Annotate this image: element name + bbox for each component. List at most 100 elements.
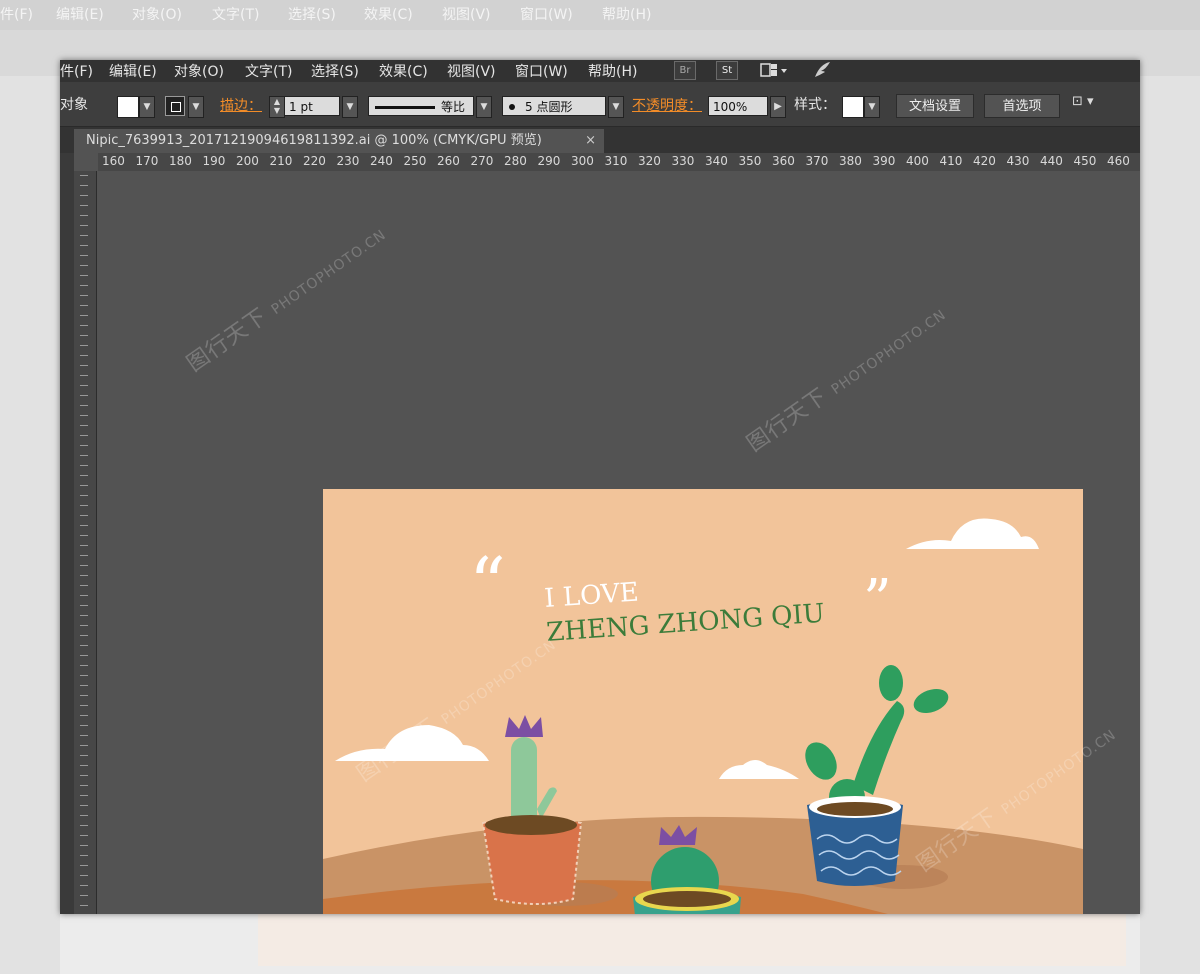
vertical-ruler-mark [80, 895, 88, 896]
brush-dot-icon [509, 104, 515, 110]
ruler-tick-label: 320 [638, 154, 661, 168]
arrange-documents-icon[interactable] [760, 62, 788, 79]
bridge-icon[interactable]: Br [674, 61, 696, 80]
background-right-panel [1140, 76, 1200, 974]
stroke-swatch-icon[interactable] [165, 96, 185, 116]
stroke-weight-input[interactable]: 1 pt [284, 96, 340, 116]
vertical-ruler-mark [80, 535, 88, 536]
vertical-ruler-mark [80, 735, 88, 736]
stroke-label[interactable]: 描边： [220, 95, 262, 115]
watermark-2: 图行天下 PHOTOPHOTO.CN [742, 306, 950, 458]
illustrator-window: 件(F) 编辑(E) 对象(O) 文字(T) 选择(S) 效果(C) 视图(V)… [60, 60, 1140, 914]
document-tab-title: Nipic_7639913_20171219094619811392.ai @ … [86, 133, 542, 148]
vertical-ruler-mark [80, 195, 88, 196]
style-dropdown[interactable]: ▼ [864, 96, 880, 118]
vertical-ruler-mark [80, 225, 88, 226]
ruler-tick-label: 350 [738, 154, 762, 168]
vertical-ruler-mark [80, 425, 88, 426]
stroke-profile-dropdown[interactable]: ▼ [476, 96, 492, 118]
menu-type[interactable]: 文字(T) [245, 61, 292, 81]
feather-icon[interactable] [812, 60, 832, 80]
cactus-right-pad-top [879, 665, 903, 701]
ruler-tick-label: 370 [805, 154, 829, 168]
open-quote: “ [469, 542, 506, 626]
vertical-ruler-mark [80, 205, 88, 206]
vertical-ruler-mark [80, 855, 88, 856]
vertical-ruler-mark [80, 825, 88, 826]
vertical-ruler-mark [80, 785, 88, 786]
pot-left-soil [485, 815, 577, 835]
opacity-label[interactable]: 不透明度： [632, 95, 702, 115]
fill-swatch[interactable] [117, 96, 139, 118]
menu-window[interactable]: 窗口(W) [515, 61, 568, 81]
document-tab[interactable]: Nipic_7639913_20171219094619811392.ai @ … [74, 129, 604, 153]
vertical-ruler-mark [80, 395, 88, 396]
ruler-tick-label: 160 [102, 154, 125, 168]
opacity-arrow[interactable]: ▶ [770, 96, 786, 118]
vertical-ruler-mark [80, 275, 88, 276]
menu-effect[interactable]: 效果(C) [379, 61, 428, 81]
close-quote: ” [863, 568, 892, 633]
vertical-ruler-mark [80, 645, 88, 646]
document-tab-bar: Nipic_7639913_20171219094619811392.ai @ … [60, 127, 1140, 153]
style-swatch[interactable] [842, 96, 864, 118]
vertical-ruler-mark [80, 285, 88, 286]
tools-panel-edge [60, 153, 74, 914]
vertical-ruler-mark [80, 245, 88, 246]
menu-edit[interactable]: 编辑(E) [109, 61, 157, 81]
opacity-input[interactable]: 100% [708, 96, 768, 116]
fill-dropdown[interactable]: ▼ [139, 96, 155, 118]
control-bar: 对象 ▼ ▼ 描边： ▲ ▼ 1 pt ▼ 等比 ▼ 5 点圆形 ▼ 不透明度： … [60, 82, 1140, 127]
panel-menu-icon[interactable]: ⊡ ▾ [1072, 94, 1094, 109]
stock-icon[interactable]: St [716, 61, 738, 80]
vertical-ruler-mark [80, 655, 88, 656]
stroke-weight-dropdown[interactable]: ▼ [342, 96, 358, 118]
ruler-tick-label: 300 [571, 154, 594, 168]
brush-dropdown[interactable]: ▼ [608, 96, 624, 118]
stroke-stepper-icon[interactable]: ▲ ▼ [269, 96, 285, 118]
menu-object[interactable]: 对象(O) [174, 61, 224, 81]
vertical-ruler-mark [80, 905, 88, 906]
close-tab-icon[interactable]: × [585, 129, 596, 153]
vertical-ruler-mark [80, 365, 88, 366]
ruler-tick-label: 210 [269, 154, 293, 168]
preferences-button[interactable]: 首选项 [984, 94, 1060, 118]
menu-select[interactable]: 选择(S) [311, 61, 359, 81]
vertical-ruler-mark [80, 775, 88, 776]
ruler-tick-label: 270 [470, 154, 494, 168]
vertical-ruler-mark [80, 615, 88, 616]
vertical-ruler-mark [80, 635, 88, 636]
menu-bar: 件(F) 编辑(E) 对象(O) 文字(T) 选择(S) 效果(C) 视图(V)… [60, 60, 1140, 82]
ruler-tick-label: 450 [1073, 154, 1097, 168]
stroke-profile-select[interactable]: 等比 [368, 96, 474, 116]
bg-menu-effect: 效果(C) [364, 7, 413, 23]
ruler-tick-label: 400 [906, 154, 929, 168]
ruler-tick-label: 310 [604, 154, 628, 168]
menu-help[interactable]: 帮助(H) [588, 61, 637, 81]
brush-select[interactable]: 5 点圆形 [502, 96, 606, 116]
ruler-tick-label: 240 [370, 154, 393, 168]
vertical-ruler-mark [80, 555, 88, 556]
horizontal-ruler[interactable]: 160 170 180 190 200 210 220 230 240 250 260 270 280 2… [98, 153, 1140, 172]
vertical-ruler-mark [80, 325, 88, 326]
vertical-ruler-mark [80, 675, 88, 676]
vertical-ruler-mark [80, 755, 88, 756]
document-setup-button[interactable]: 文档设置 [896, 94, 974, 118]
ruler-tick-label: 180 [169, 154, 192, 168]
stroke-dropdown[interactable]: ▼ [188, 96, 204, 118]
ruler-tick-label: 190 [202, 154, 226, 168]
vertical-ruler-mark [80, 565, 88, 566]
vertical-ruler-mark [80, 525, 88, 526]
bg-menu-window: 窗口(W) [520, 7, 573, 23]
pot-middle-soil [643, 891, 731, 907]
vertical-ruler-mark [80, 375, 88, 376]
bg-menu-object: 对象(O) [132, 7, 182, 23]
canvas[interactable]: “ ” I LOVE ZHENG ZHONG QIU 图行天下 PHOTOPHO… [97, 171, 1140, 914]
vertical-ruler[interactable] [74, 171, 97, 914]
stroke-profile-line-icon [375, 106, 435, 109]
watermark-1: 图行天下 PHOTOPHOTO.CN [182, 226, 390, 378]
menu-file[interactable]: 件(F) [60, 61, 93, 81]
background-paper [258, 914, 1126, 966]
menu-view[interactable]: 视图(V) [447, 61, 496, 81]
vertical-ruler-mark [80, 795, 88, 796]
